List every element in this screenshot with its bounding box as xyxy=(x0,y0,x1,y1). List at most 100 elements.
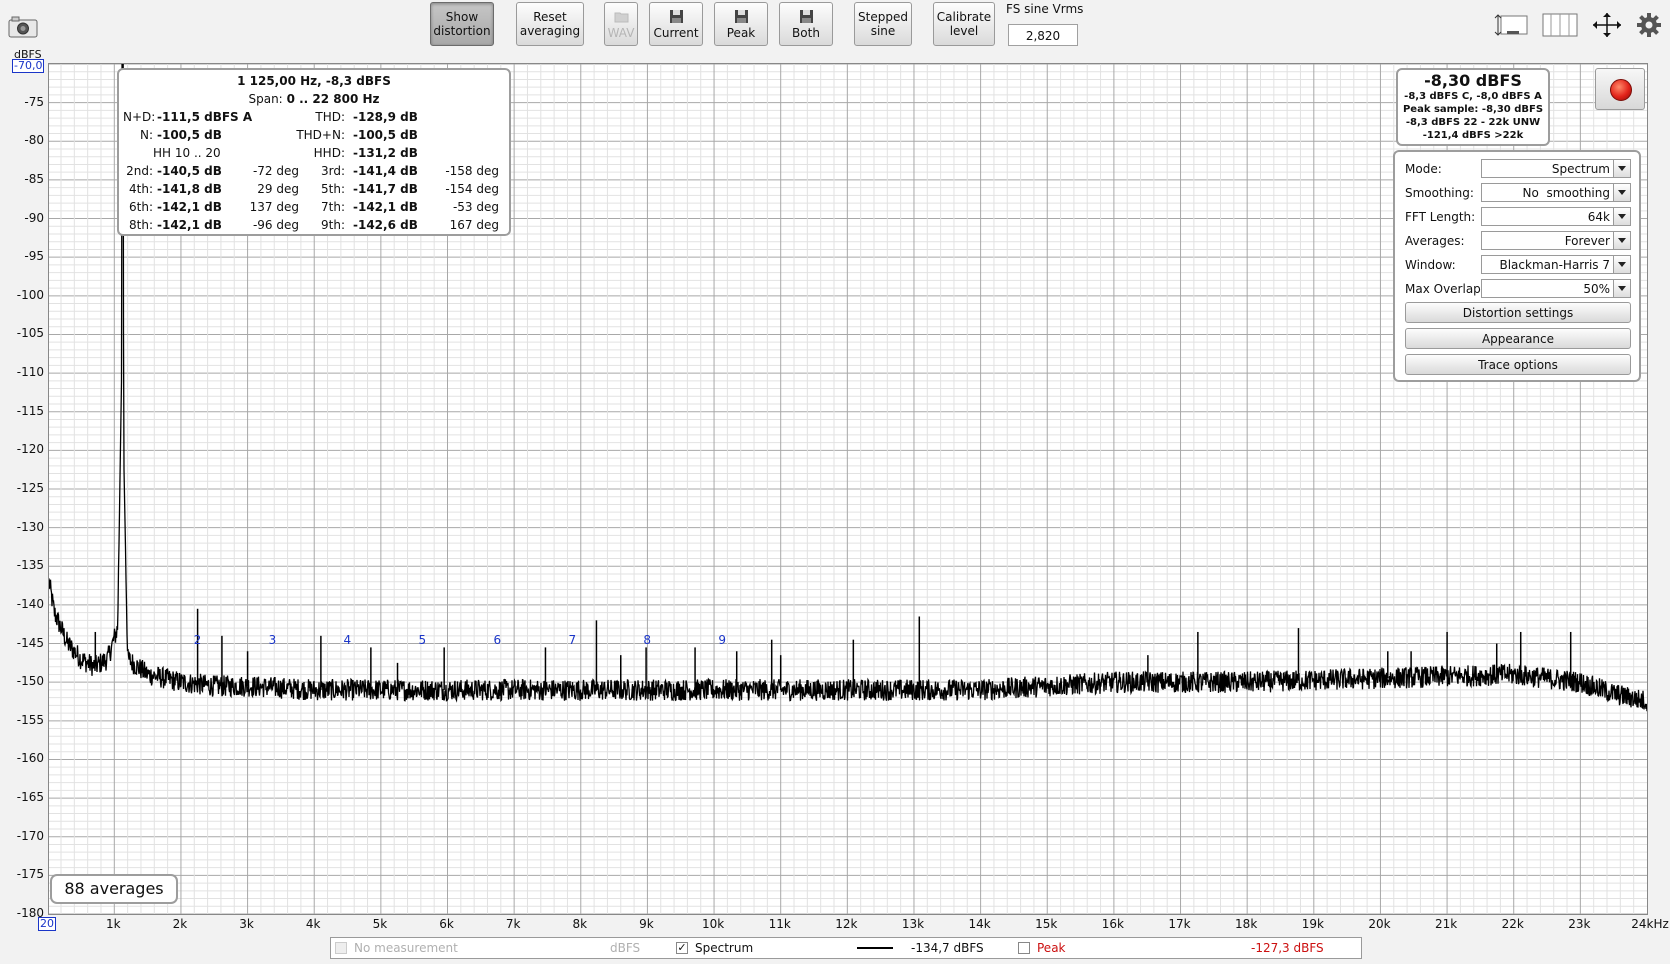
chevron-down-icon[interactable] xyxy=(1613,280,1630,297)
max-overlap-row: Max Overlap: 50% xyxy=(1405,278,1635,300)
y-tick-label: -115 xyxy=(16,403,44,418)
mode-row: Mode: Spectrum xyxy=(1405,158,1635,180)
chevron-down-icon[interactable] xyxy=(1613,232,1630,249)
show-distortion-button[interactable]: Show distortion xyxy=(430,2,494,46)
nd-label: N+D: xyxy=(123,110,156,124)
window-value: Blackman-Harris 7 xyxy=(1499,258,1610,272)
harmonic-marker-label: 4 xyxy=(343,632,352,647)
chevron-down-icon[interactable] xyxy=(1613,184,1630,201)
y-tick-label: -140 xyxy=(16,596,44,611)
hhd-label: HHD: xyxy=(313,146,345,160)
max-overlap-select[interactable]: 50% xyxy=(1481,279,1631,298)
x-tick-label: 5k xyxy=(372,917,388,931)
smoothing-value: No smoothing xyxy=(1522,186,1610,200)
y-tick-label: -135 xyxy=(16,558,44,573)
distortion-readout[interactable]: 1 125,00 Hz, -8,3 dBFS Span: 0 .. 22 800… xyxy=(117,68,511,236)
harmonic-label: 8th: xyxy=(129,218,153,232)
x-tick-label: 4k xyxy=(305,917,321,931)
x-tick-label: 11k xyxy=(768,917,791,931)
chevron-down-icon[interactable] xyxy=(1613,208,1630,225)
layout-icon[interactable] xyxy=(1493,12,1531,41)
n-label: N: xyxy=(139,128,153,142)
save-current-button[interactable]: Current xyxy=(649,2,703,46)
x-tick-label: 9k xyxy=(639,917,654,931)
averages-label: Averages: xyxy=(1405,234,1465,248)
no-measurement-unit: dBFS xyxy=(610,941,641,955)
averages-select[interactable]: Forever xyxy=(1481,231,1631,250)
span-label: Span: xyxy=(248,92,283,106)
reset-averaging-button[interactable]: Reset averaging xyxy=(516,2,584,46)
span-line: Span: 0 .. 22 800 Hz xyxy=(119,92,509,106)
both-label: Both xyxy=(792,25,820,40)
harmonic-label: 7th: xyxy=(321,200,345,214)
x-tick-label: 15k xyxy=(1035,917,1058,931)
trace-options-button[interactable]: Trace options xyxy=(1405,354,1631,375)
appearance-button[interactable]: Appearance xyxy=(1405,328,1631,349)
distortion-settings-button[interactable]: Distortion settings xyxy=(1405,302,1631,323)
x-tick-label: 6k xyxy=(439,917,454,931)
x-axis-min-value[interactable]: 20 xyxy=(38,917,56,931)
averages-badge: 88 averages xyxy=(50,874,178,904)
record-button[interactable] xyxy=(1595,68,1645,110)
harmonic-marker-label: 9 xyxy=(718,632,727,647)
mode-label: Mode: xyxy=(1405,162,1442,176)
window-select[interactable]: Blackman-Harris 7 xyxy=(1481,255,1631,274)
spectrum-checkbox[interactable]: ✓ xyxy=(676,942,688,954)
level-line-1: -8,3 dBFS C, -8,0 dBFS A xyxy=(1404,91,1542,102)
chevron-down-icon[interactable] xyxy=(1613,256,1630,273)
folder-icon xyxy=(614,12,628,22)
y-tick-label: -105 xyxy=(16,326,44,341)
x-tick-label: 19k xyxy=(1301,917,1324,931)
max-overlap-value: 50% xyxy=(1583,282,1610,296)
y-tick-label: -145 xyxy=(16,635,44,650)
gear-icon[interactable] xyxy=(1637,13,1661,40)
chevron-down-icon[interactable] xyxy=(1613,160,1630,177)
fft-length-select[interactable]: 64k xyxy=(1481,207,1631,226)
level-line-4: -121,4 dBFS >22k xyxy=(1422,130,1524,141)
harmonic-label: 5th: xyxy=(321,182,345,196)
x-tick-label: 21k xyxy=(1434,917,1458,931)
span-value: 0 .. 22 800 Hz xyxy=(286,92,380,106)
averages-value: Forever xyxy=(1564,234,1610,248)
harmonic-value: -142,6 dB xyxy=(353,218,418,232)
no-measurement-checkbox[interactable] xyxy=(335,942,347,954)
show-distortion-line1: Show xyxy=(445,10,479,24)
x-tick-label: 2k xyxy=(172,917,188,931)
y-tick-label: -100 xyxy=(16,287,44,302)
peak-checkbox[interactable] xyxy=(1018,942,1030,954)
harmonic-phase: -72 deg xyxy=(252,164,299,178)
smoothing-select[interactable]: No smoothing xyxy=(1481,183,1631,202)
harmonic-marker-label: 3 xyxy=(268,632,277,647)
fft-length-label: FFT Length: xyxy=(1405,210,1476,224)
level-readout[interactable]: -8,30 dBFS -8,3 dBFS C, -8,0 dBFS A Peak… xyxy=(1396,68,1550,146)
calibrate-level-button[interactable]: Calibrate level xyxy=(933,2,995,46)
x-tick-label: 14k xyxy=(968,917,991,931)
wav-button[interactable]: WAV xyxy=(604,2,638,46)
x-tick-label: 1k xyxy=(106,917,121,931)
harmonic-value: -142,1 dB xyxy=(157,200,222,214)
mode-select[interactable]: Spectrum xyxy=(1481,159,1631,178)
save-peak-button[interactable]: Peak xyxy=(714,2,768,46)
harmonic-label: 4th: xyxy=(129,182,153,196)
move-arrows-icon[interactable] xyxy=(1589,12,1625,41)
harmonic-value: -142,1 dB xyxy=(157,218,222,232)
harmonic-phase: -158 deg xyxy=(445,164,499,178)
y-tick-label: -120 xyxy=(16,442,44,457)
harmonic-value: -141,4 dB xyxy=(353,164,418,178)
controls-panel: Mode: Spectrum Smoothing: No smoothing F… xyxy=(1393,150,1641,382)
floppy-disk-icon xyxy=(799,9,813,23)
x-tick-label: 7k xyxy=(505,917,521,931)
panels-icon[interactable] xyxy=(1542,12,1578,41)
fundamental-title: 1 125,00 Hz, -8,3 dBFS xyxy=(237,74,391,88)
y-axis-top-value[interactable]: -70,0 xyxy=(12,59,45,73)
wav-label: WAV xyxy=(607,25,635,40)
floppy-disk-icon xyxy=(669,9,683,23)
camera-icon[interactable] xyxy=(8,16,38,38)
save-both-button[interactable]: Both xyxy=(779,2,833,46)
hhd-value: -131,2 dB xyxy=(353,146,418,160)
x-tick-label: 10k xyxy=(701,917,725,931)
x-tick-label: 17k xyxy=(1168,917,1191,931)
fs-sine-input[interactable]: 2,820 xyxy=(1008,24,1078,46)
no-measurement-label: No measurement xyxy=(354,941,458,955)
stepped-sine-button[interactable]: Stepped sine xyxy=(854,2,912,46)
